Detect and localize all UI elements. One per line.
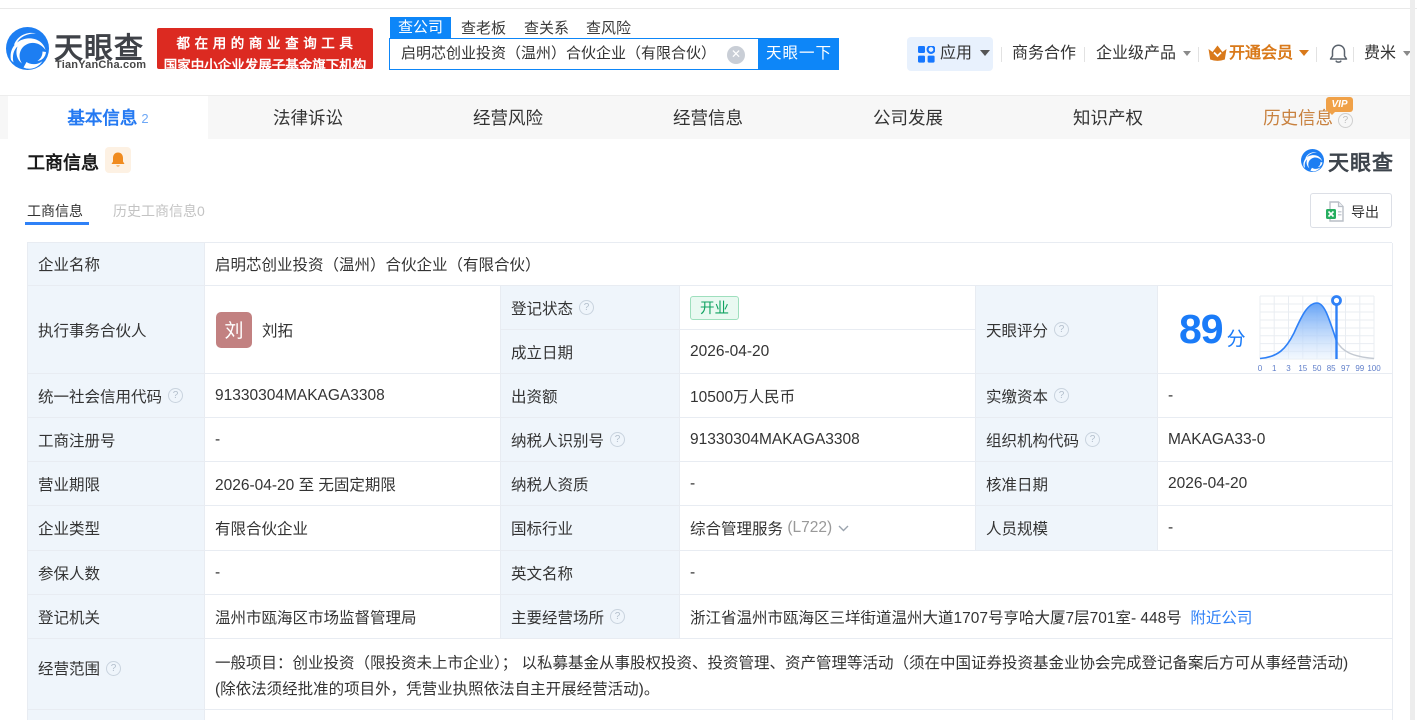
svg-text:97: 97	[1341, 364, 1350, 373]
svg-text:100: 100	[1367, 364, 1381, 373]
svg-text:1: 1	[1272, 364, 1277, 373]
svg-text:50: 50	[1313, 364, 1322, 373]
svg-text:85: 85	[1327, 364, 1336, 373]
svg-text:99: 99	[1355, 364, 1364, 373]
svg-text:15: 15	[1298, 364, 1307, 373]
svg-text:3: 3	[1286, 364, 1291, 373]
svg-text:0: 0	[1258, 364, 1263, 373]
